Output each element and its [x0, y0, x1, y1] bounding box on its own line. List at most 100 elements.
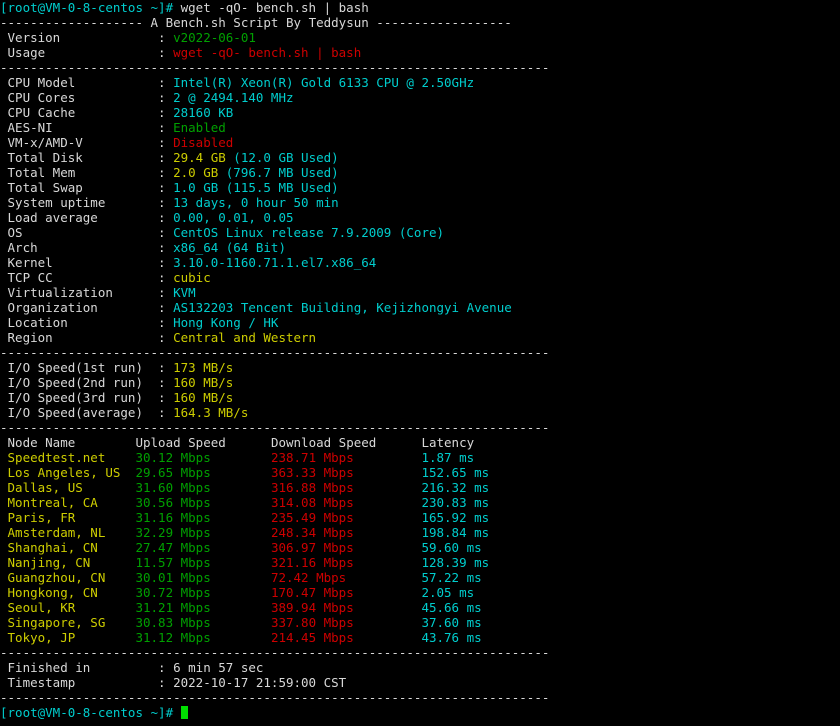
separator: ----------------------------------------…: [0, 690, 840, 705]
script-info-row: Usage : wget -qO- bench.sh | bash: [0, 45, 840, 60]
speedtest-row: Seoul, KR 31.21 Mbps 389.94 Mbps 45.66 m…: [0, 600, 840, 615]
system-info-row: CPU Cores : 2 @ 2494.140 MHz: [0, 90, 840, 105]
separator-dashes: ----------------------------------------…: [0, 60, 549, 75]
io-speed-label: I/O Speed(3rd run) :: [0, 390, 173, 405]
speedtest-row: Los Angeles, US 29.65 Mbps 363.33 Mbps 1…: [0, 465, 840, 480]
speedtest-latency: 43.76 ms: [421, 630, 481, 645]
speedtest-node-name: Los Angeles, US: [0, 465, 135, 480]
system-info-label: Arch :: [0, 240, 173, 255]
separator: ----------------------------------------…: [0, 60, 840, 75]
speedtest-latency: 37.60 ms: [421, 615, 481, 630]
io-speed-value: 160 MB/s: [173, 390, 233, 405]
io-speed-label: I/O Speed(1st run) :: [0, 360, 173, 375]
system-info-row: TCP CC : cubic: [0, 270, 840, 285]
speedtest-latency: 198.84 ms: [421, 525, 489, 540]
io-speed-row: I/O Speed(2nd run) : 160 MB/s: [0, 375, 840, 390]
speedtest-node-name: Guangzhou, CN: [0, 570, 135, 585]
separator: ----------------------------------------…: [0, 420, 840, 435]
summary-label: Finished in :: [0, 660, 173, 675]
speedtest-row: Amsterdam, NL 32.29 Mbps 248.34 Mbps 198…: [0, 525, 840, 540]
speedtest-latency: 1.87 ms: [421, 450, 474, 465]
system-info-value: 1.0 GB (115.5 MB Used): [173, 180, 339, 195]
system-info-row: System uptime : 13 days, 0 hour 50 min: [0, 195, 840, 210]
system-info-row: OS : CentOS Linux release 7.9.2009 (Core…: [0, 225, 840, 240]
speedtest-node-name: Paris, FR: [0, 510, 135, 525]
speedtest-node-name: Hongkong, CN: [0, 585, 135, 600]
separator-dashes: ----------------------------------------…: [0, 420, 549, 435]
speedtest-header-upload: Upload Speed: [135, 435, 270, 450]
separator-dashes: ----------------------------------------…: [0, 345, 549, 360]
system-info-row: Kernel : 3.10.0-1160.71.1.el7.x86_64: [0, 255, 840, 270]
system-info-label: CPU Cache :: [0, 105, 173, 120]
summary-row: Finished in : 6 min 57 sec: [0, 660, 840, 675]
io-speed-row: I/O Speed(average) : 164.3 MB/s: [0, 405, 840, 420]
speedtest-latency: 57.22 ms: [421, 570, 481, 585]
system-info-row: VM-x/AMD-V : Disabled: [0, 135, 840, 150]
speedtest-latency: 2.05 ms: [421, 585, 474, 600]
shell-prompt: [root@VM-0-8-centos ~]#: [0, 705, 181, 720]
speedtest-upload-speed: 31.16 Mbps: [135, 510, 270, 525]
system-info-label: Kernel :: [0, 255, 173, 270]
speedtest-upload-speed: 27.47 Mbps: [135, 540, 270, 555]
system-info-row: CPU Cache : 28160 KB: [0, 105, 840, 120]
system-info-value: 2.0 GB: [173, 165, 218, 180]
speedtest-node-name: Shanghai, CN: [0, 540, 135, 555]
speedtest-download-speed: 389.94 Mbps: [271, 600, 422, 615]
system-info-label: Total Swap :: [0, 180, 173, 195]
script-info-row: Version : v2022-06-01: [0, 30, 840, 45]
separator-dashes: ----------------------------------------…: [0, 690, 549, 705]
summary-row: Timestamp : 2022-10-17 21:59:00 CST: [0, 675, 840, 690]
script-info-value: wget -qO- bench.sh | bash: [173, 45, 361, 60]
system-info-label: Total Disk :: [0, 150, 173, 165]
speedtest-upload-speed: 30.83 Mbps: [135, 615, 270, 630]
system-info-label: Virtualization :: [0, 285, 173, 300]
speedtest-upload-speed: 31.60 Mbps: [135, 480, 270, 495]
system-info-value: 28160 KB: [173, 105, 233, 120]
script-info-label: Usage :: [0, 45, 173, 60]
system-info-row: Region : Central and Western: [0, 330, 840, 345]
speedtest-node-name: Seoul, KR: [0, 600, 135, 615]
system-info-label: TCP CC :: [0, 270, 173, 285]
system-info-value-extra: (12.0 GB Used): [226, 150, 339, 165]
speedtest-download-speed: 363.33 Mbps: [271, 465, 422, 480]
speedtest-download-speed: 235.49 Mbps: [271, 510, 422, 525]
speedtest-download-speed: 321.16 Mbps: [271, 555, 422, 570]
shell-command: wget -qO- bench.sh | bash: [173, 0, 369, 15]
banner-line: ------------------- A Bench.sh Script By…: [0, 15, 840, 30]
system-info-value: x86_64 (64 Bit): [173, 240, 286, 255]
speedtest-latency: 165.92 ms: [421, 510, 489, 525]
io-speed-value: 160 MB/s: [173, 375, 233, 390]
speedtest-header-download: Download Speed: [271, 435, 422, 450]
speedtest-header-node: Node Name: [0, 435, 135, 450]
script-info-value: v2022-06-01: [173, 30, 256, 45]
summary-value: 2022-10-17 21:59:00 CST: [173, 675, 346, 690]
speedtest-node-name: Dallas, US: [0, 480, 135, 495]
speedtest-download-speed: 337.80 Mbps: [271, 615, 422, 630]
speedtest-upload-speed: 30.56 Mbps: [135, 495, 270, 510]
system-info-value: 29.4 GB: [173, 150, 226, 165]
system-info-row: Total Swap : 1.0 GB (115.5 MB Used): [0, 180, 840, 195]
system-info-label: Load average :: [0, 210, 173, 225]
system-info-label: OS :: [0, 225, 173, 240]
text-cursor[interactable]: [181, 706, 188, 719]
shell-prompt: [root@VM-0-8-centos ~]#: [0, 0, 173, 15]
speedtest-download-speed: 306.97 Mbps: [271, 540, 422, 555]
system-info-row: Organization : AS132203 Tencent Building…: [0, 300, 840, 315]
speedtest-download-speed: 170.47 Mbps: [271, 585, 422, 600]
system-info-value: Enabled: [173, 120, 226, 135]
speedtest-row: Guangzhou, CN 30.01 Mbps 72.42 Mbps 57.2…: [0, 570, 840, 585]
speedtest-row: Speedtest.net 30.12 Mbps 238.71 Mbps 1.8…: [0, 450, 840, 465]
speedtest-node-name: Singapore, SG: [0, 615, 135, 630]
terminal-window[interactable]: [root@VM-0-8-centos ~]# wget -qO- bench.…: [0, 0, 840, 726]
separator: ----------------------------------------…: [0, 345, 840, 360]
speedtest-row: Nanjing, CN 11.57 Mbps 321.16 Mbps 128.3…: [0, 555, 840, 570]
speedtest-download-speed: 238.71 Mbps: [271, 450, 422, 465]
system-info-row: CPU Model : Intel(R) Xeon(R) Gold 6133 C…: [0, 75, 840, 90]
speedtest-upload-speed: 30.72 Mbps: [135, 585, 270, 600]
speedtest-header-latency: Latency: [421, 435, 474, 450]
speedtest-row: Hongkong, CN 30.72 Mbps 170.47 Mbps 2.05…: [0, 585, 840, 600]
system-info-value: 0.00, 0.01, 0.05: [173, 210, 293, 225]
speedtest-download-speed: 314.08 Mbps: [271, 495, 422, 510]
system-info-value: CentOS Linux release 7.9.2009 (Core): [173, 225, 444, 240]
system-info-value: Hong Kong / HK: [173, 315, 278, 330]
